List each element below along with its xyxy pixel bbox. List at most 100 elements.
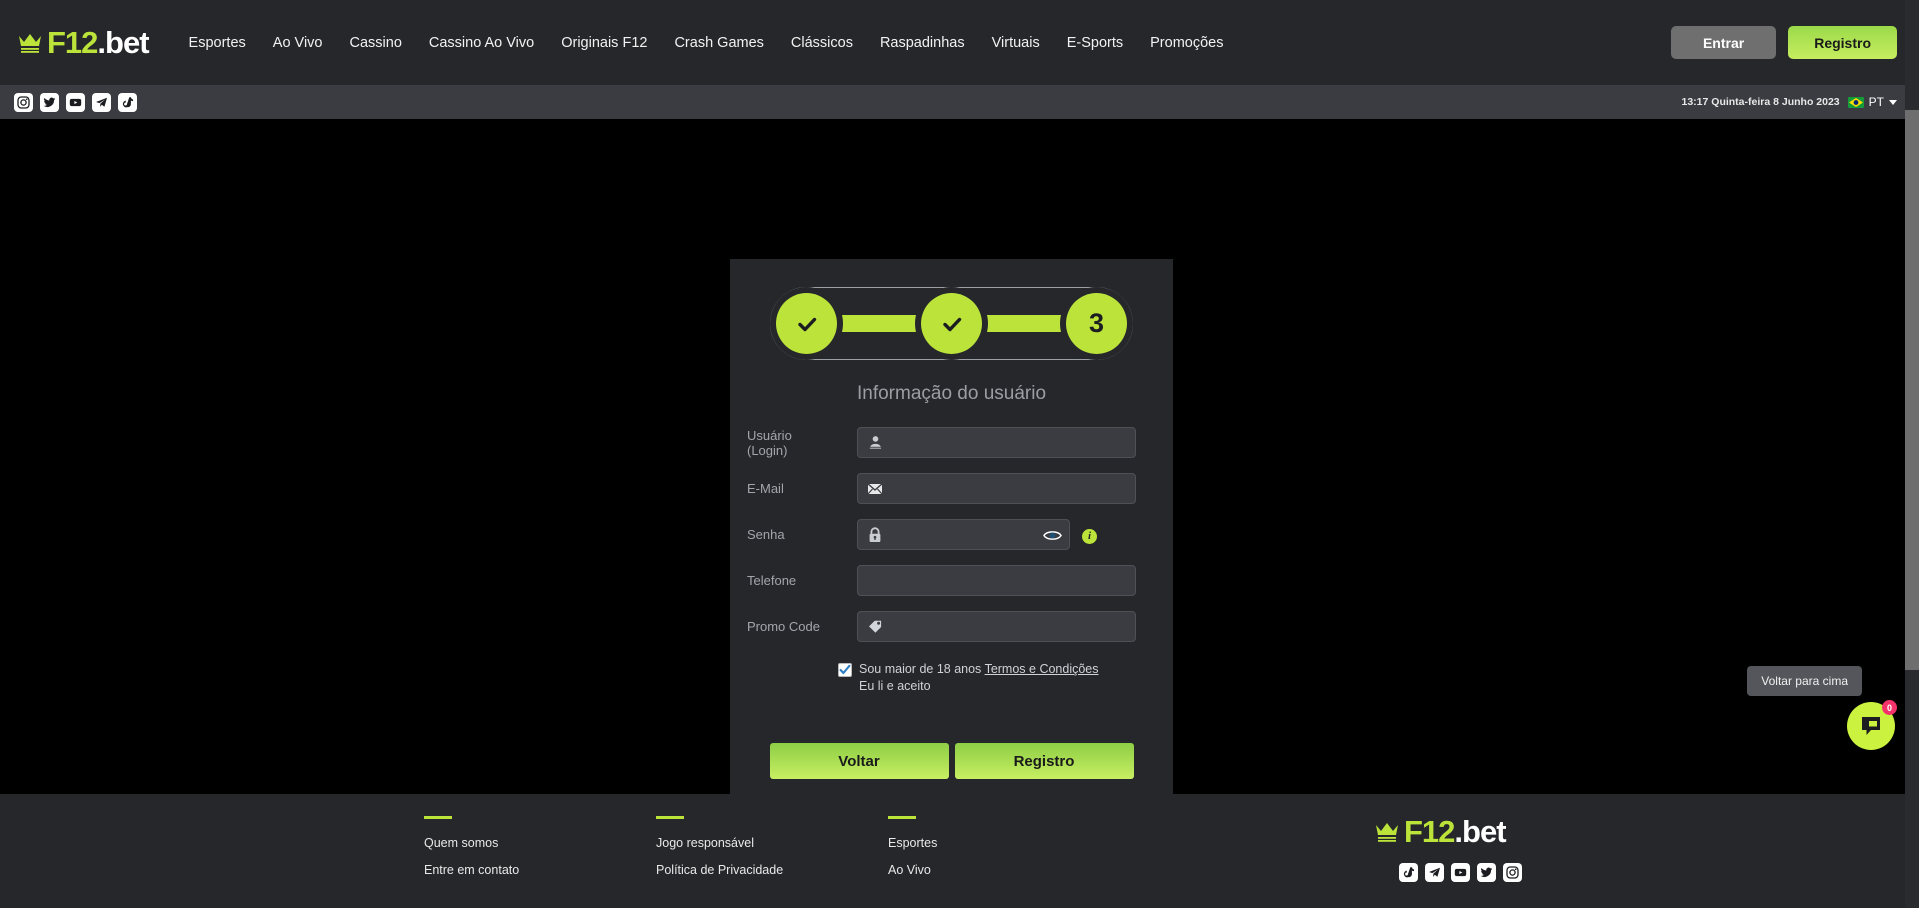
footer-link-entre-em-contato[interactable]: Entre em contato xyxy=(424,863,656,877)
field-row-password: Senha i xyxy=(730,519,1173,550)
nav-item-promocoes[interactable]: Promoções xyxy=(1150,35,1223,51)
terms-link[interactable]: Termos e Condições xyxy=(985,662,1099,676)
toggle-password-visibility-icon[interactable] xyxy=(1043,529,1062,541)
top-navigation-bar: F12.bet Esportes Ao Vivo Cassino Cassino… xyxy=(0,0,1919,85)
footer-link-ao-vivo[interactable]: Ao Vivo xyxy=(888,863,1120,877)
instagram-icon[interactable] xyxy=(14,92,33,112)
step-3-current[interactable]: 3 xyxy=(1066,293,1127,354)
footer-brand: F12.bet xyxy=(1375,816,1546,908)
email-input[interactable] xyxy=(857,473,1136,504)
footer-link-jogo-responsavel[interactable]: Jogo responsável xyxy=(656,836,888,850)
field-row-promo-code: Promo Code xyxy=(730,611,1173,642)
promo-code-input[interactable] xyxy=(857,611,1136,642)
footer-accent-bar xyxy=(888,816,916,819)
nav-item-raspadinhas[interactable]: Raspadinhas xyxy=(880,35,965,51)
logo-wordmark: F12.bet xyxy=(47,25,150,60)
form-actions: Voltar Registro xyxy=(730,743,1173,779)
terms-text-before: Sou maior de 18 anos xyxy=(859,662,985,676)
crown-icon xyxy=(18,33,42,53)
terms-text-after: Eu li e aceito xyxy=(859,679,931,693)
username-input[interactable] xyxy=(857,427,1136,458)
logo-text-green: F12 xyxy=(47,25,98,60)
checkmark-icon xyxy=(839,664,851,675)
page-content: 3 Informação do usuário Usuário (Login) xyxy=(0,119,1919,908)
check-icon xyxy=(942,317,961,331)
field-row-email: E-Mail xyxy=(730,473,1173,504)
nav-item-crash-games[interactable]: Crash Games xyxy=(674,35,763,51)
chevron-down-icon xyxy=(1889,99,1897,105)
password-input[interactable] xyxy=(857,519,1070,550)
footer-link-politica-privacidade[interactable]: Política de Privacidade xyxy=(656,863,888,877)
page-title: Informação do usuário xyxy=(856,383,1047,404)
submit-register-button[interactable]: Registro xyxy=(954,743,1134,779)
youtube-icon[interactable] xyxy=(1450,863,1470,882)
terms-checkbox[interactable] xyxy=(838,663,852,677)
strip-right-cluster: 13:17 Quinta-feira 8 Junho 2023 PT xyxy=(1681,95,1897,109)
header-actions: Entrar Registro xyxy=(1670,26,1897,59)
label-username: Usuário (Login) xyxy=(747,428,857,458)
label-email: E-Mail xyxy=(747,481,784,496)
chat-widget-button[interactable]: 0 xyxy=(1847,700,1897,750)
logo-text-white: .bet xyxy=(97,25,149,60)
step-1-complete[interactable] xyxy=(776,293,837,354)
footer-accent-bar xyxy=(656,816,684,819)
main-menu: Esportes Ao Vivo Cassino Cassino Ao Vivo… xyxy=(189,35,1224,51)
datetime-display: 13:17 Quinta-feira 8 Junho 2023 xyxy=(1681,96,1840,108)
site-logo[interactable]: F12.bet xyxy=(18,25,150,60)
footer-logo[interactable]: F12.bet xyxy=(1375,814,1507,849)
label-password: Senha xyxy=(747,527,785,542)
nav-item-esportes[interactable]: Esportes xyxy=(189,35,246,51)
nav-item-cassino-ao-vivo[interactable]: Cassino Ao Vivo xyxy=(429,35,534,51)
nav-item-originais-f12[interactable]: Originais F12 xyxy=(561,35,647,51)
nav-item-ao-vivo[interactable]: Ao Vivo xyxy=(273,35,323,51)
language-selector[interactable]: PT xyxy=(1847,95,1897,109)
tiktok-icon[interactable] xyxy=(1398,863,1418,882)
footer-column-3: Esportes Ao Vivo xyxy=(888,816,1120,908)
footer-logo-wordmark: F12.bet xyxy=(1404,814,1507,849)
step-indicator: 3 xyxy=(730,259,1173,360)
youtube-icon[interactable] xyxy=(66,92,85,112)
social-links xyxy=(14,92,137,112)
label-username-line2: (Login) xyxy=(747,442,788,458)
footer-column-2: Jogo responsável Política de Privacidade xyxy=(656,816,888,908)
brazil-flag-icon xyxy=(1847,96,1864,108)
twitter-icon[interactable] xyxy=(40,92,59,112)
footer-accent-bar xyxy=(424,816,452,819)
label-promo-code: Promo Code xyxy=(747,619,820,634)
footer-logo-text-white: .bet xyxy=(1454,814,1506,849)
site-footer: Quem somos Entre em contato Jogo respons… xyxy=(0,794,1905,908)
check-icon xyxy=(797,317,816,331)
nav-item-e-sports[interactable]: E-Sports xyxy=(1067,35,1123,51)
nav-item-cassino[interactable]: Cassino xyxy=(350,35,402,51)
tiktok-icon[interactable] xyxy=(118,92,137,112)
step-3-number: 3 xyxy=(1088,308,1105,338)
page-scrollbar[interactable] xyxy=(1905,0,1919,908)
field-row-phone: Telefone xyxy=(730,565,1173,596)
back-button[interactable]: Voltar xyxy=(769,743,949,779)
terms-text: Sou maior de 18 anos Termos e Condições E… xyxy=(859,661,1099,695)
login-button[interactable]: Entrar xyxy=(1670,26,1777,59)
telegram-icon[interactable] xyxy=(1424,863,1444,882)
footer-column-1: Quem somos Entre em contato xyxy=(424,816,656,908)
chat-unread-badge: 0 xyxy=(1882,700,1897,715)
label-phone: Telefone xyxy=(747,573,797,588)
phone-input[interactable] xyxy=(857,565,1136,596)
chat-bubble-icon xyxy=(1862,717,1880,735)
footer-link-quem-somos[interactable]: Quem somos xyxy=(424,836,656,850)
field-row-username: Usuário (Login) xyxy=(730,427,1173,458)
telegram-icon[interactable] xyxy=(92,92,111,112)
back-to-top-tooltip[interactable]: Voltar para cima xyxy=(1747,666,1862,696)
instagram-icon[interactable] xyxy=(1502,863,1522,882)
nav-item-classicos[interactable]: Clássicos xyxy=(791,35,853,51)
password-info-icon[interactable]: i xyxy=(1082,528,1097,544)
registration-form: Usuário (Login) E-Mail Senha i Telefone … xyxy=(730,427,1173,779)
footer-social-links xyxy=(1398,863,1522,882)
twitter-icon[interactable] xyxy=(1476,863,1496,882)
footer-link-esportes[interactable]: Esportes xyxy=(888,836,1120,850)
footer-logo-text-green: F12 xyxy=(1404,814,1455,849)
scrollbar-thumb[interactable] xyxy=(1905,110,1919,670)
crown-icon xyxy=(1375,822,1399,842)
register-button-header[interactable]: Registro xyxy=(1788,26,1897,59)
nav-item-virtuais[interactable]: Virtuais xyxy=(992,35,1040,51)
step-2-complete[interactable] xyxy=(921,293,982,354)
